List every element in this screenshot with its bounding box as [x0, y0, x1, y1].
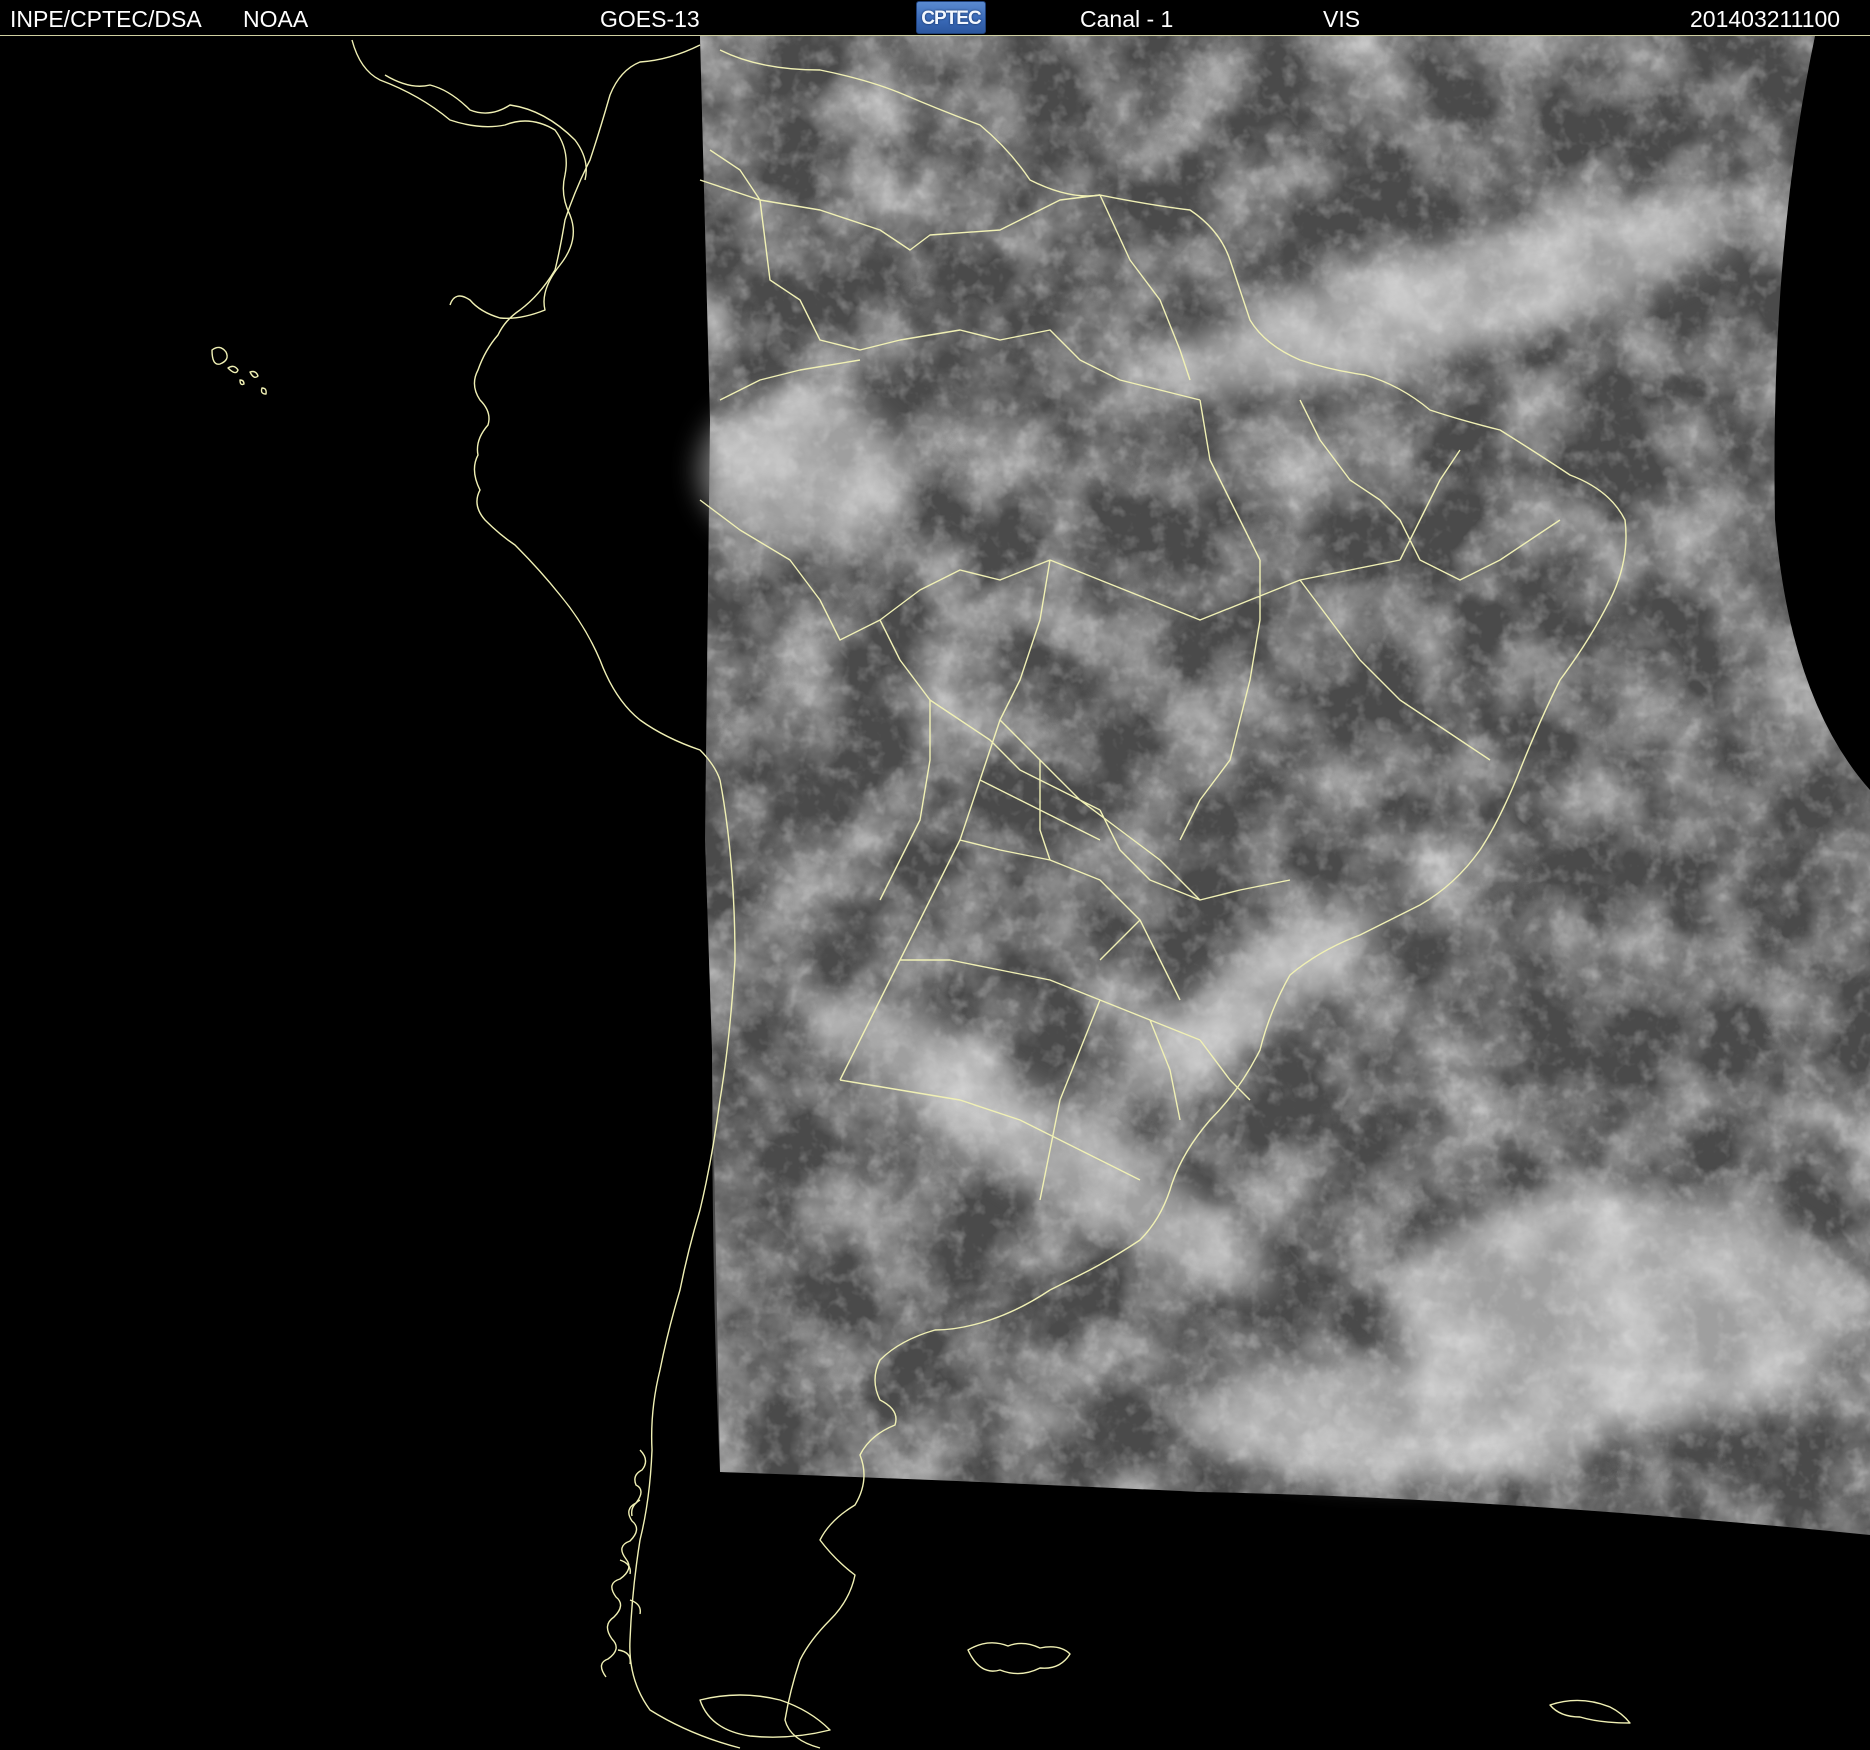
agency-label: INPE/CPTEC/DSA	[10, 6, 202, 32]
band-label: VIS	[1323, 6, 1361, 32]
satellite-image-viewer: INPE/CPTEC/DSA NOAA GOES-13 CPTEC Canal …	[0, 0, 1870, 1750]
logo-text: CPTEC	[921, 8, 981, 29]
south-america-west-coast	[473, 44, 721, 781]
chilean-fjords	[600, 1449, 647, 1678]
galapagos-islands	[211, 346, 267, 395]
map-svg	[211, 36, 1870, 1749]
channel-label: Canal - 1	[1080, 6, 1174, 32]
tierra-del-fuego	[699, 1694, 831, 1738]
central-america-coast	[351, 39, 574, 320]
datetime-label: 201403211100	[1690, 6, 1841, 32]
cptec-logo-icon: CPTEC	[916, 1, 986, 34]
falkland-islands	[967, 1642, 1071, 1675]
source-label: NOAA	[243, 6, 309, 32]
satellite-label: GOES-13	[600, 6, 700, 32]
south-georgia-island	[1549, 1699, 1631, 1724]
image-header: INPE/CPTEC/DSA NOAA GOES-13 CPTEC Canal …	[0, 0, 1870, 36]
satellite-map	[0, 36, 1870, 1750]
